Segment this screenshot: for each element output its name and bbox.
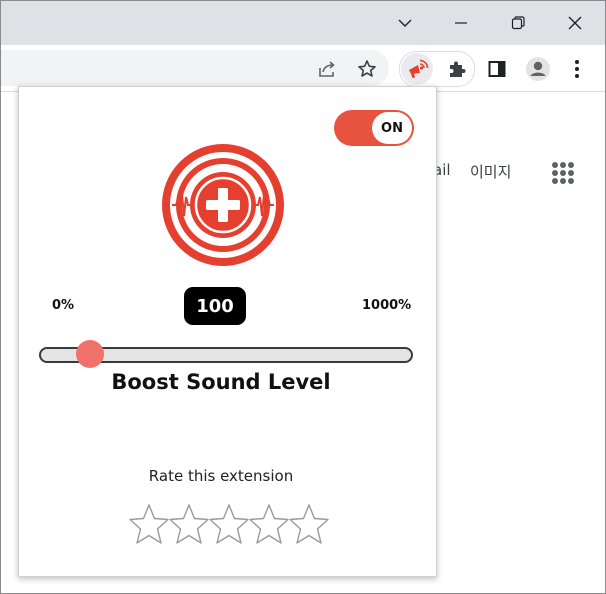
browser-window: ail 이미지 ON 0% 100 1000% Boost Sound Leve…: [0, 0, 606, 594]
title-bar: [1, 1, 605, 45]
rating-stars: [129, 503, 339, 547]
popup-title: Boost Sound Level: [111, 370, 331, 394]
side-panel-button[interactable]: [481, 53, 513, 85]
close-icon: [568, 16, 582, 30]
profile-icon: [526, 57, 550, 81]
min-percent-label: 0%: [52, 298, 75, 313]
slider-thumb[interactable]: [75, 340, 104, 368]
share-icon: [319, 61, 335, 77]
star-icon: [358, 60, 376, 77]
apps-grid-icon[interactable]: [552, 162, 574, 184]
tab-search-button[interactable]: [377, 3, 433, 43]
star-icon[interactable]: [249, 503, 289, 547]
extension-popup: ON 0% 100 1000% Boost Sound Level Rate t…: [18, 86, 437, 577]
restore-icon: [511, 16, 525, 30]
star-icon[interactable]: [209, 503, 249, 547]
browser-toolbar: [1, 45, 605, 92]
sound-booster-extension-button[interactable]: [401, 53, 433, 85]
star-icon[interactable]: [169, 503, 209, 547]
menu-button[interactable]: [561, 53, 593, 85]
restore-button[interactable]: [490, 3, 546, 43]
boost-slider[interactable]: [39, 340, 413, 368]
bookmark-button[interactable]: [351, 53, 383, 85]
toggle-knob: ON: [372, 112, 412, 144]
side-panel-icon: [488, 61, 506, 77]
kebab-menu-icon: [575, 60, 579, 78]
puzzle-icon: [450, 61, 466, 77]
megaphone-extension-icon: [409, 59, 429, 78]
extensions-button[interactable]: [441, 53, 473, 85]
rate-label: Rate this extension: [148, 467, 294, 485]
share-button[interactable]: [311, 53, 343, 85]
power-toggle[interactable]: ON: [334, 110, 414, 146]
minimize-button[interactable]: [433, 3, 489, 43]
minimize-icon: [455, 22, 467, 24]
close-button[interactable]: [547, 3, 603, 43]
chevron-down-icon: [398, 19, 412, 27]
boost-value-display: 100: [184, 287, 246, 325]
sound-booster-logo-icon: [162, 144, 284, 266]
star-icon[interactable]: [129, 503, 169, 547]
max-percent-label: 1000%: [362, 298, 412, 313]
profile-button[interactable]: [522, 53, 554, 85]
star-icon[interactable]: [289, 503, 329, 547]
images-link[interactable]: 이미지: [470, 161, 511, 182]
